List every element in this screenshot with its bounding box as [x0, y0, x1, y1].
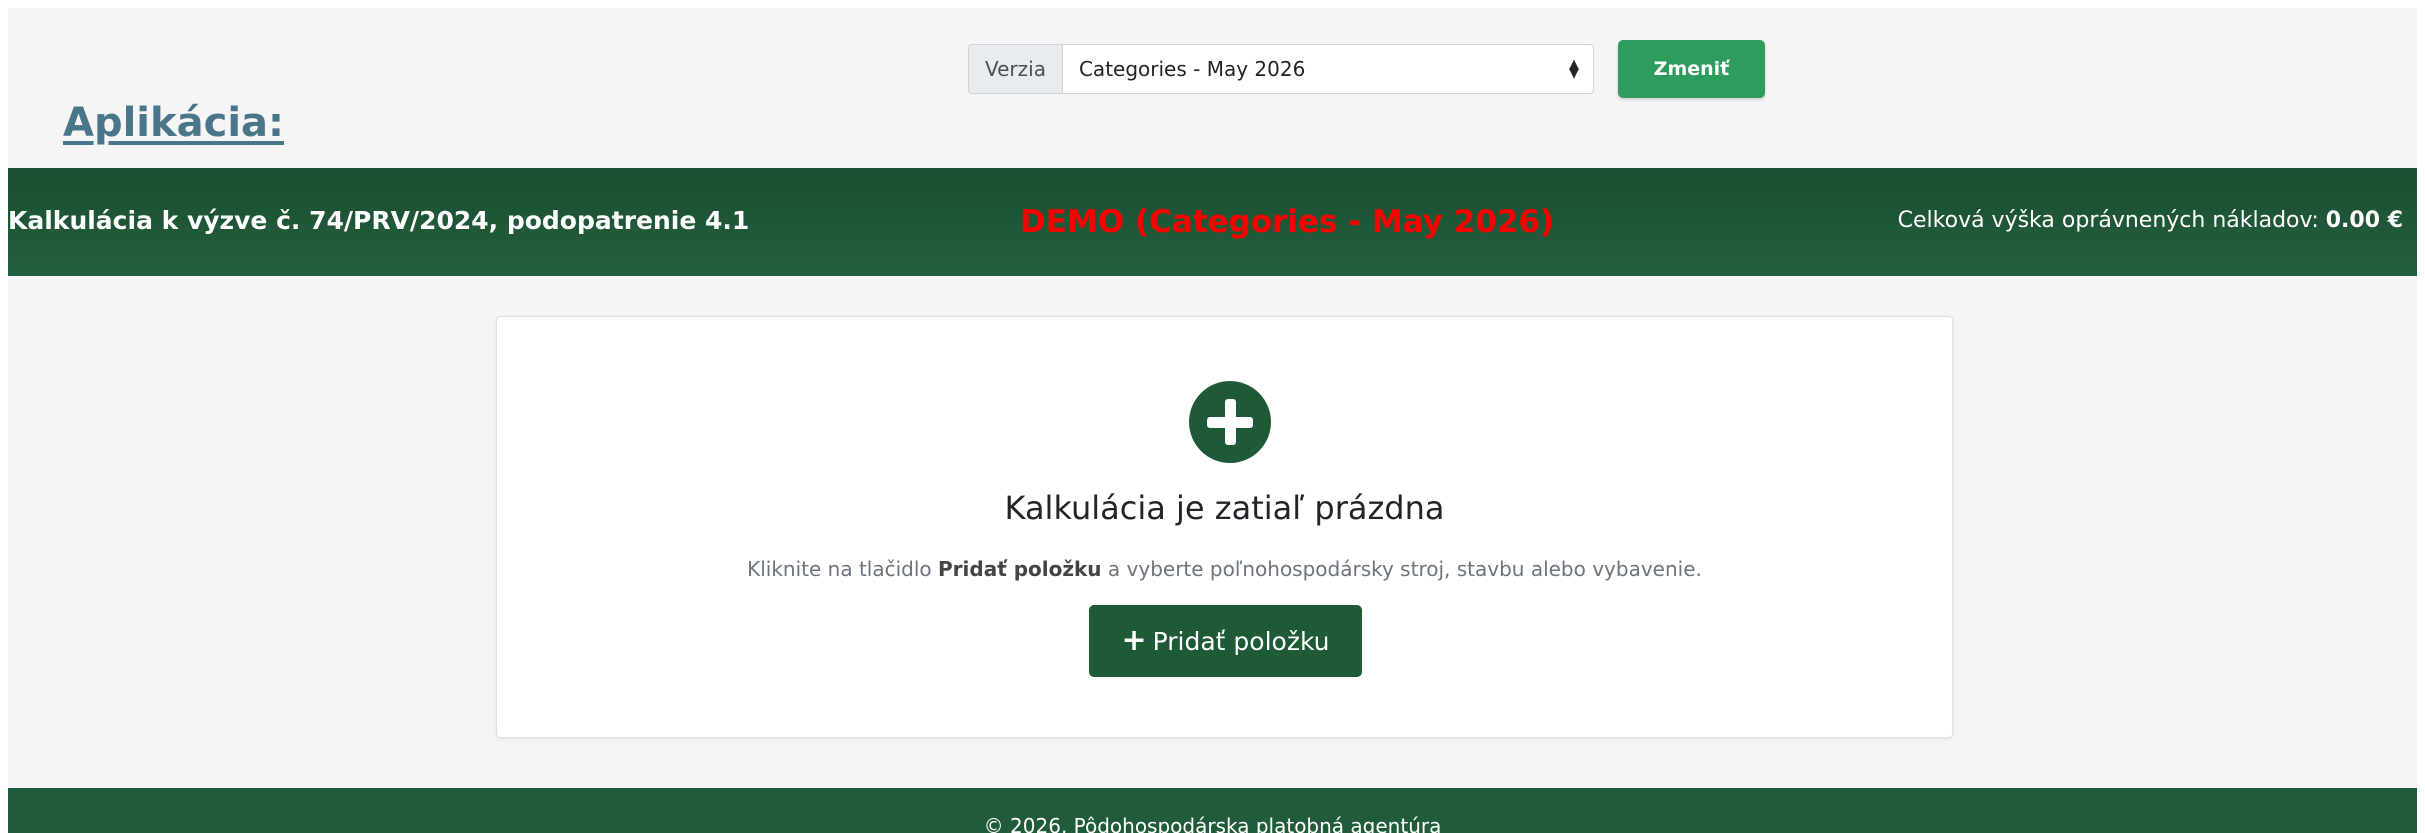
total-costs-value: 0.00 € [2325, 208, 2403, 233]
version-bar: Verzia Categories - May 2026 ▲ ▼ Zmeniť [968, 40, 1765, 98]
version-select-value: Categories - May 2026 [1078, 57, 1306, 81]
change-version-button[interactable]: Zmeniť [1617, 40, 1765, 98]
total-costs-label: Celková výška oprávnených nákladov: [1897, 208, 2319, 233]
app-title[interactable]: Aplikácia: [63, 100, 284, 146]
version-input-group: Verzia Categories - May 2026 ▲ ▼ [968, 44, 1594, 94]
demo-label: DEMO (Categories - May 2026) [1020, 204, 1555, 240]
page: Verzia Categories - May 2026 ▲ ▼ Zmeniť A… [8, 8, 2417, 833]
empty-state-hint: Kliknite na tlačidlo Pridať položku a vy… [497, 557, 1952, 581]
add-item-label: Pridať položku [1152, 626, 1330, 656]
add-item-button[interactable]: + Pridať položku [1089, 605, 1362, 677]
select-arrows-icon: ▲ ▼ [1568, 57, 1579, 81]
footer-copyright: © 2026, Pôdohospodárska platobná agentúr… [983, 814, 1442, 833]
hint-text-bold: Pridať položku [938, 557, 1102, 581]
empty-state-card: Kalkulácia je zatiaľ prázdna Kliknite na… [496, 316, 1953, 738]
plus-circle-icon [1189, 381, 1271, 463]
version-select[interactable]: Categories - May 2026 ▲ ▼ [1063, 45, 1593, 93]
empty-state-heading: Kalkulácia je zatiaľ prázdna [1004, 489, 1445, 527]
hint-text-after: a vyberte poľnohospodársky stroj, stavbu… [1107, 557, 1702, 581]
plus-icon: + [1121, 623, 1147, 658]
calculation-title: Kalkulácia k výzve č. 74/PRV/2024, podop… [8, 206, 750, 235]
total-costs: Celková výška oprávnených nákladov: 0.00… [1898, 208, 2403, 233]
hint-text-before: Kliknite na tlačidlo [747, 557, 932, 581]
version-label: Verzia [969, 45, 1063, 93]
calculation-header: Kalkulácia k výzve č. 74/PRV/2024, podop… [8, 168, 2417, 276]
footer: © 2026, Pôdohospodárska platobná agentúr… [8, 788, 2417, 833]
